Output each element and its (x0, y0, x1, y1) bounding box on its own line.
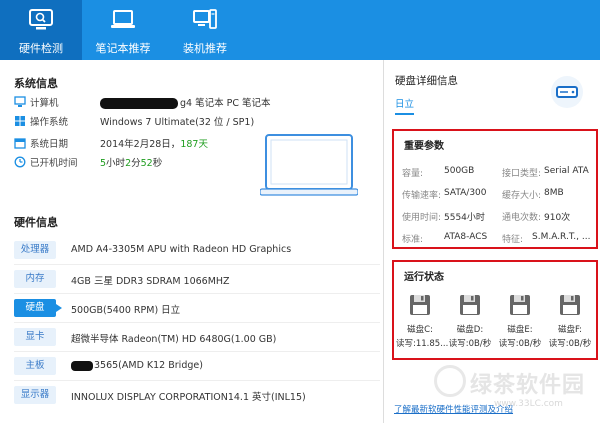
watermark-text: 绿茶软件园 (470, 373, 586, 398)
tab-label: 硬件检测 (19, 42, 63, 55)
tab-laptop-recommend[interactable]: 笔记本推荐 (82, 0, 164, 60)
days-count: 187天 (180, 139, 208, 150)
hw-tag-gpu[interactable]: 显卡 (14, 328, 56, 346)
laptop-icon (110, 8, 136, 35)
hw-value-gpu: 超微半导体 Radeon(TM) HD 6480G(1.00 GB) (71, 334, 277, 345)
param-value: 910次 (544, 213, 571, 223)
drive-rw: 读写:0B/秒 (548, 339, 592, 349)
site-watermark: 绿茶软件园 www.33LC.com (434, 365, 586, 409)
drive-rw: 读写:0B/秒 (498, 339, 542, 349)
hw-row-cpu[interactable]: 处理器 AMD A4-3305M APU with Radeon HD Grap… (14, 241, 380, 261)
calendar-icon (14, 137, 26, 149)
tab-pc-build-recommend[interactable]: 装机推荐 (164, 0, 246, 60)
top-nav-bar: 硬件检测 笔记本推荐 装机推荐 (0, 0, 600, 60)
param-label: 标准: (402, 235, 424, 245)
date-value: 2014年2月28日，187天 (100, 139, 208, 150)
hw-tag-memory[interactable]: 内存 (14, 270, 56, 288)
drive-c: 磁盘C: 读写:11.85... (396, 294, 449, 349)
divider (14, 264, 380, 265)
drive-name: 磁盘E: (507, 325, 533, 335)
hard-drive-icon (550, 75, 584, 112)
laptop-illustration (259, 133, 359, 200)
param-label: 缓存大小: (502, 191, 542, 201)
system-info-title: 系统信息 (14, 77, 58, 90)
os-row: 操作系统 Windows 7 Ultimate(32 位 / SP1) (14, 112, 374, 130)
hw-value-monitor: INNOLUX DISPLAY CORPORATION14.1 英寸(INL15… (71, 392, 306, 403)
param-value: 8MB (544, 188, 564, 198)
drive-name: 磁盘C: (407, 325, 433, 335)
tab-hardware-detect[interactable]: 硬件检测 (0, 0, 82, 60)
monitor-check-icon (28, 8, 54, 35)
computer-label: 计算机 (30, 98, 59, 109)
computer-value: g4 笔记本 PC 笔记本 (100, 95, 271, 109)
hw-row-memory[interactable]: 内存 4GB 三星 DDR3 SDRAM 1066MHZ (14, 270, 380, 290)
run-status-box: 运行状态 磁盘C: 读写:11.85... 磁盘D: 读写:0B/秒 磁盘E: … (392, 260, 598, 360)
param-value: Serial ATA (544, 166, 589, 176)
drive-d: 磁盘D: 读写:0B/秒 (446, 294, 494, 349)
os-value: Windows 7 Ultimate(32 位 / SP1) (100, 117, 255, 128)
windows-icon (14, 115, 26, 127)
hw-row-motherboard[interactable]: 主板 3565(AMD K12 Bridge) (14, 357, 380, 377)
tab-label: 装机推荐 (183, 42, 227, 55)
drive-f: 磁盘F: 读写:0B/秒 (546, 294, 594, 349)
divider (14, 351, 380, 352)
important-params-box: 重要参数 容量: 500GB 接口类型: Serial ATA 传输速率: SA… (392, 129, 598, 249)
computer-row: 计算机 g4 笔记本 PC 笔记本 (14, 93, 374, 111)
left-panel: 系统信息 计算机 g4 笔记本 PC 笔记本 操作系统 Windows 7 Ul… (0, 60, 382, 423)
os-label: 操作系统 (30, 117, 69, 128)
run-status-title: 运行状态 (404, 272, 444, 283)
hw-tag-motherboard[interactable]: 主板 (14, 357, 56, 375)
watermark-logo (434, 365, 466, 397)
param-label: 使用时间: (402, 213, 442, 223)
redacted-mark (71, 360, 93, 371)
hardware-info-title: 硬件信息 (14, 216, 58, 229)
hw-value-memory: 4GB 三星 DDR3 SDRAM 1066MHZ (71, 276, 230, 287)
param-label: 接口类型: (502, 169, 542, 179)
hw-tag-cpu[interactable]: 处理器 (14, 241, 56, 259)
hw-row-disk[interactable]: 硬盘 500GB(5400 RPM) 日立 (14, 299, 380, 319)
param-label: 容量: (402, 169, 424, 179)
computer-icon (14, 96, 26, 108)
divider (14, 380, 380, 381)
param-label: 通电次数: (502, 213, 542, 223)
drive-name: 磁盘D: (456, 325, 484, 335)
drive-rw: 读写:11.85... (396, 339, 449, 349)
tab-disk-hitachi[interactable]: 日立 (395, 96, 415, 115)
floppy-disk-icon (546, 294, 594, 319)
floppy-disk-icon (446, 294, 494, 319)
param-label: 传输速率: (402, 191, 442, 201)
tab-label: 笔记本推荐 (95, 42, 151, 55)
disk-detail-title: 硬盘详细信息 (395, 75, 458, 87)
floppy-disk-icon (396, 294, 444, 319)
drive-name: 磁盘F: (557, 325, 583, 335)
floppy-disk-icon (496, 294, 544, 319)
param-value: 500GB (444, 166, 475, 176)
uptime-label: 已开机时间 (30, 158, 78, 169)
hw-value-disk: 500GB(5400 RPM) 日立 (71, 305, 181, 316)
hw-value-motherboard: 3565(AMD K12 Bridge) (71, 360, 203, 371)
date-label: 系统日期 (30, 139, 69, 150)
drive-rw: 读写:0B/秒 (448, 339, 492, 349)
divider (14, 293, 380, 294)
important-params-title: 重要参数 (404, 141, 444, 152)
redacted-mark (100, 98, 178, 109)
hw-tag-monitor[interactable]: 显示器 (14, 386, 56, 404)
uptime-value: 5小时2分52秒 (100, 158, 163, 169)
desktop-pc-icon (192, 8, 218, 35)
hw-value-cpu: AMD A4-3305M APU with Radeon HD Graphics (71, 244, 292, 255)
divider (14, 322, 380, 323)
param-value: 5554小时 (444, 213, 485, 223)
param-value: S.M.A.R.T., ... (532, 232, 591, 242)
clock-icon (14, 156, 26, 168)
drive-e: 磁盘E: 读写:0B/秒 (496, 294, 544, 349)
hw-tag-disk[interactable]: 硬盘 (14, 299, 62, 317)
param-label: 特征: (502, 235, 524, 245)
watermark-url: www.33LC.com (494, 399, 563, 409)
param-value: SATA/300 (444, 188, 487, 198)
hw-row-gpu[interactable]: 显卡 超微半导体 Radeon(TM) HD 6480G(1.00 GB) (14, 328, 380, 348)
param-value: ATA8-ACS (444, 232, 488, 242)
hw-row-monitor[interactable]: 显示器 INNOLUX DISPLAY CORPORATION14.1 英寸(I… (14, 386, 380, 406)
